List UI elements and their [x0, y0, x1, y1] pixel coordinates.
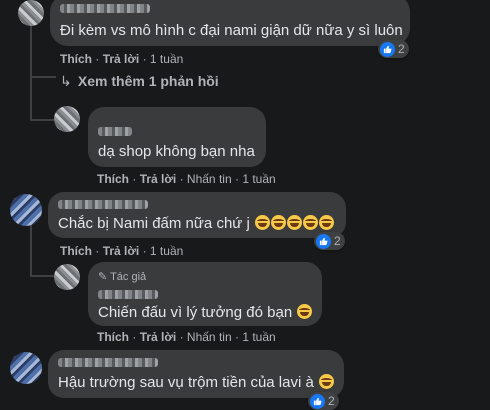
comment-actions: Thích · Trả lời · Nhấn tin · 1 tuần — [97, 330, 276, 344]
author-badge: ✎ Tác giả — [98, 271, 147, 283]
commenter-name[interactable] — [98, 290, 158, 299]
thread-line — [30, 119, 54, 121]
timestamp[interactable]: 1 tuần — [242, 330, 275, 344]
comment-bubble: dạ shop không bạn nha — [88, 107, 266, 167]
timestamp[interactable]: 1 tuần — [242, 172, 275, 186]
comment-actions: Thích · Trả lời · 1 tuần — [60, 244, 184, 258]
comment-text: Đi kèm vs mô hình c đại nami giận dữ nữa… — [60, 22, 403, 39]
comment-bubble: Đi kèm vs mô hình c đại nami giận dữ nữa… — [50, 0, 410, 46]
avatar[interactable] — [10, 194, 42, 226]
pencil-icon: ✎ — [98, 271, 108, 283]
reply-link[interactable]: Trả lời — [140, 330, 177, 344]
laughing-emoji-icon — [319, 374, 334, 389]
thumbs-up-icon — [316, 233, 331, 249]
thread-line — [30, 76, 56, 78]
laughing-emoji-icon — [319, 215, 334, 230]
commenter-name[interactable] — [58, 200, 148, 209]
reply-link[interactable]: Trả lời — [103, 244, 140, 258]
thumbs-up-icon — [380, 41, 395, 57]
reaction-count: 2 — [334, 234, 341, 248]
reaction-badge[interactable]: 2 — [378, 40, 409, 58]
laughing-emoji-icon — [297, 304, 313, 319]
thread-line — [30, 275, 54, 277]
comment-text: Hậu trường sau vụ trộm tiền của lavi à — [58, 374, 334, 391]
commenter-name[interactable] — [60, 4, 150, 13]
message-link[interactable]: Nhấn tin — [187, 172, 232, 186]
reply-link[interactable]: Trả lời — [140, 172, 177, 186]
laughing-emoji-icon — [303, 215, 318, 230]
avatar[interactable] — [10, 352, 42, 384]
avatar[interactable] — [18, 0, 44, 26]
avatar[interactable] — [54, 264, 80, 290]
comment-bubble: Chắc bị Nami đấm nữa chứ j — [48, 192, 346, 238]
like-link[interactable]: Thích — [97, 172, 129, 186]
reaction-badge[interactable]: 2 — [314, 232, 345, 250]
like-link[interactable]: Thích — [97, 330, 129, 344]
thumbs-up-icon — [310, 393, 325, 409]
like-link[interactable]: Thích — [60, 52, 92, 66]
comment-bubble: Hậu trường sau vụ trộm tiền của lavi à — [48, 350, 344, 398]
reaction-badge[interactable]: 2 — [308, 392, 339, 410]
comment-bubble: ✎ Tác giả Chiến đấu vì lý tưởng đó bạn — [88, 262, 322, 326]
reply-link[interactable]: Trả lời — [103, 52, 140, 66]
timestamp[interactable]: 1 tuần — [150, 52, 183, 66]
message-link[interactable]: Nhấn tin — [187, 330, 232, 344]
commenter-name[interactable] — [98, 127, 132, 136]
comment-text: dạ shop không bạn nha — [98, 143, 255, 160]
thread-line — [30, 224, 32, 276]
reaction-count: 2 — [398, 42, 405, 56]
laughing-emoji-icon — [287, 215, 302, 230]
reaction-count: 2 — [328, 394, 335, 408]
laughing-emoji-icon — [271, 215, 286, 230]
timestamp[interactable]: 1 tuần — [150, 244, 183, 258]
comment-actions: Thích · Trả lời · Nhấn tin · 1 tuần — [97, 172, 276, 186]
thread-line — [30, 86, 32, 120]
laughing-emoji-icon — [255, 215, 270, 230]
view-more-replies[interactable]: ↳ Xem thêm 1 phản hồi — [60, 73, 219, 90]
comment-actions: Thích · Trả lời · 1 tuần — [60, 52, 184, 66]
avatar[interactable] — [54, 106, 80, 132]
comment-text: Chiến đấu vì lý tưởng đó bạn — [98, 304, 313, 321]
comment-text: Chắc bị Nami đấm nữa chứ j — [58, 215, 334, 232]
commenter-name[interactable] — [58, 358, 158, 367]
like-link[interactable]: Thích — [60, 244, 92, 258]
reply-arrow-icon: ↳ — [60, 73, 72, 89]
